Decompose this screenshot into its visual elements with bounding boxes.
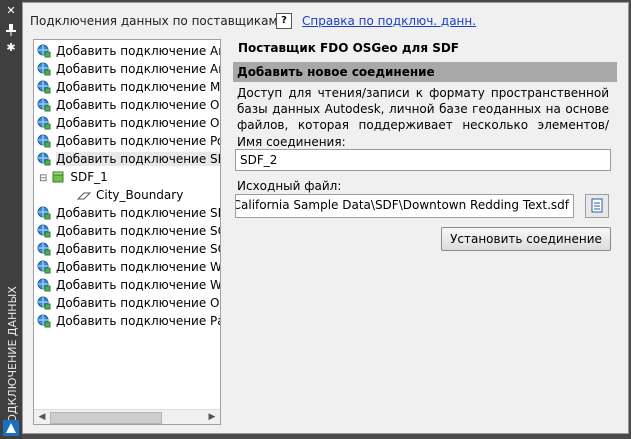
tree-item[interactable]: Добавить подключение Растр — [34, 312, 220, 330]
source-file-label: Исходный файл: — [237, 179, 342, 193]
connection-name-label: Имя соединения: — [237, 135, 346, 149]
collapse-icon[interactable]: ⊟ — [39, 173, 47, 184]
tree-item-label: Добавить подключение PostgreSQL — [56, 134, 220, 148]
connection-tree[interactable]: Добавить подключение ArcGIS Добавить подк… — [33, 39, 221, 425]
tree-item[interactable]: Добавить подключение WFS — [34, 258, 221, 276]
tree-item[interactable]: Добавить подключение ODBC — [34, 96, 220, 114]
tree-item-label: Добавить подключение SQL Server — [56, 224, 220, 238]
scroll-left-icon[interactable]: ◀ — [35, 411, 49, 424]
tree-item-label: SDF_1 — [70, 170, 108, 184]
tree-item-label: Добавить подключение Отрисовка — [56, 296, 220, 310]
help-icon[interactable]: ? — [276, 13, 292, 29]
tree-item-label: Добавить подключение SQLite — [56, 242, 220, 256]
pin-icon[interactable] — [3, 23, 19, 37]
gear-icon[interactable]: ✱ — [3, 41, 19, 55]
tree-item[interactable]: Добавить подключение WMS — [34, 276, 221, 294]
tree-item-label: Добавить подключение WMS — [56, 278, 221, 292]
tree-item[interactable]: Добавить подключение ArcGIS — [34, 42, 220, 60]
palette-side-bar: ✕ ✱ ПОДКЛЮЧЕНИЕ ДАННЫХ — [0, 0, 22, 439]
tree-item-label: Добавить подключение ODBC — [56, 98, 220, 112]
data-connect-panel: Подключения данных по поставщикам ? Спра… — [22, 2, 629, 434]
connect-button[interactable]: Установить соединение — [441, 227, 611, 251]
globe-connection-icon — [37, 206, 51, 220]
help-link[interactable]: Справка по подключ. данн. — [302, 14, 476, 28]
palette-title: ПОДКЛЮЧЕНИЕ ДАННЫХ — [6, 286, 19, 431]
globe-connection-icon — [37, 80, 51, 94]
globe-connection-icon — [37, 242, 51, 256]
panel-title: Подключения данных по поставщикам — [30, 14, 278, 28]
tree-item[interactable]: Добавить подключение PostgreSQL — [34, 132, 220, 150]
connection-name-input[interactable]: SDF_2 — [235, 149, 611, 171]
globe-connection-icon — [37, 134, 51, 148]
tree-item[interactable]: City_Boundary — [34, 186, 220, 204]
tree-item-label: City_Boundary — [96, 188, 184, 202]
browse-file-button[interactable] — [585, 194, 609, 218]
tree-item[interactable]: Добавить подключение SQL Server — [34, 222, 220, 240]
globe-connection-icon — [37, 260, 51, 274]
globe-connection-icon — [37, 152, 51, 166]
tree-item[interactable]: Добавить подключение MySQL — [34, 78, 221, 96]
globe-connection-icon — [37, 62, 51, 76]
tree-item-label: Добавить подключение MySQL — [56, 80, 221, 94]
autodesk-logo-icon — [3, 420, 19, 436]
globe-connection-icon — [37, 224, 51, 238]
document-icon — [591, 198, 603, 213]
tree-item[interactable]: Добавить подключение Oracle — [34, 114, 220, 132]
tree-item[interactable]: Добавить подключение SDF — [34, 150, 220, 168]
provider-title: Поставщик FDO OSGeo для SDF — [238, 41, 459, 55]
globe-connection-icon — [37, 44, 51, 58]
tree-item-label: Добавить подключение ArcGIS — [56, 44, 220, 58]
globe-connection-icon — [37, 314, 51, 328]
tree-item[interactable]: ⊟ SDF_1 — [34, 168, 220, 186]
section-header: Добавить новое соединение — [233, 62, 617, 82]
globe-connection-icon — [37, 278, 51, 292]
tree-item-label: Добавить подключение Oracle — [56, 116, 220, 130]
tree-item-label: Добавить подключение Растр — [56, 314, 220, 328]
tree-item-label: Добавить подключение SDF — [56, 152, 220, 166]
tree-item[interactable]: Добавить подключение Отрисовка — [34, 294, 220, 312]
source-file-input[interactable]: dding, California Sample Data\SDF\Downto… — [235, 194, 574, 218]
globe-connection-icon — [37, 98, 51, 112]
polygon-layer-icon — [76, 188, 92, 202]
tree-item-label: Добавить подключение SHP — [56, 206, 221, 220]
scrollbar-thumb[interactable] — [50, 412, 162, 424]
tree-item-label: Добавить подключение WFS — [56, 260, 221, 274]
source-file-value: dding, California Sample Data\SDF\Downto… — [235, 198, 569, 212]
tree-item[interactable]: Добавить подключение SQLite — [34, 240, 220, 258]
globe-connection-icon — [37, 296, 51, 310]
provider-description: Доступ для чтения/записи к формату прост… — [237, 86, 609, 132]
horizontal-scrollbar[interactable]: ◀ ▶ — [34, 409, 220, 424]
close-icon[interactable]: ✕ — [3, 4, 19, 18]
tree-item-label: Добавить подключение ArcSDE — [56, 62, 220, 76]
globe-connection-icon — [37, 116, 51, 130]
scroll-right-icon[interactable]: ▶ — [205, 411, 219, 424]
tree-item[interactable]: Добавить подключение SHP — [34, 204, 221, 222]
tree-item[interactable]: Добавить подключение ArcSDE — [34, 60, 220, 78]
data-store-icon — [51, 170, 65, 184]
